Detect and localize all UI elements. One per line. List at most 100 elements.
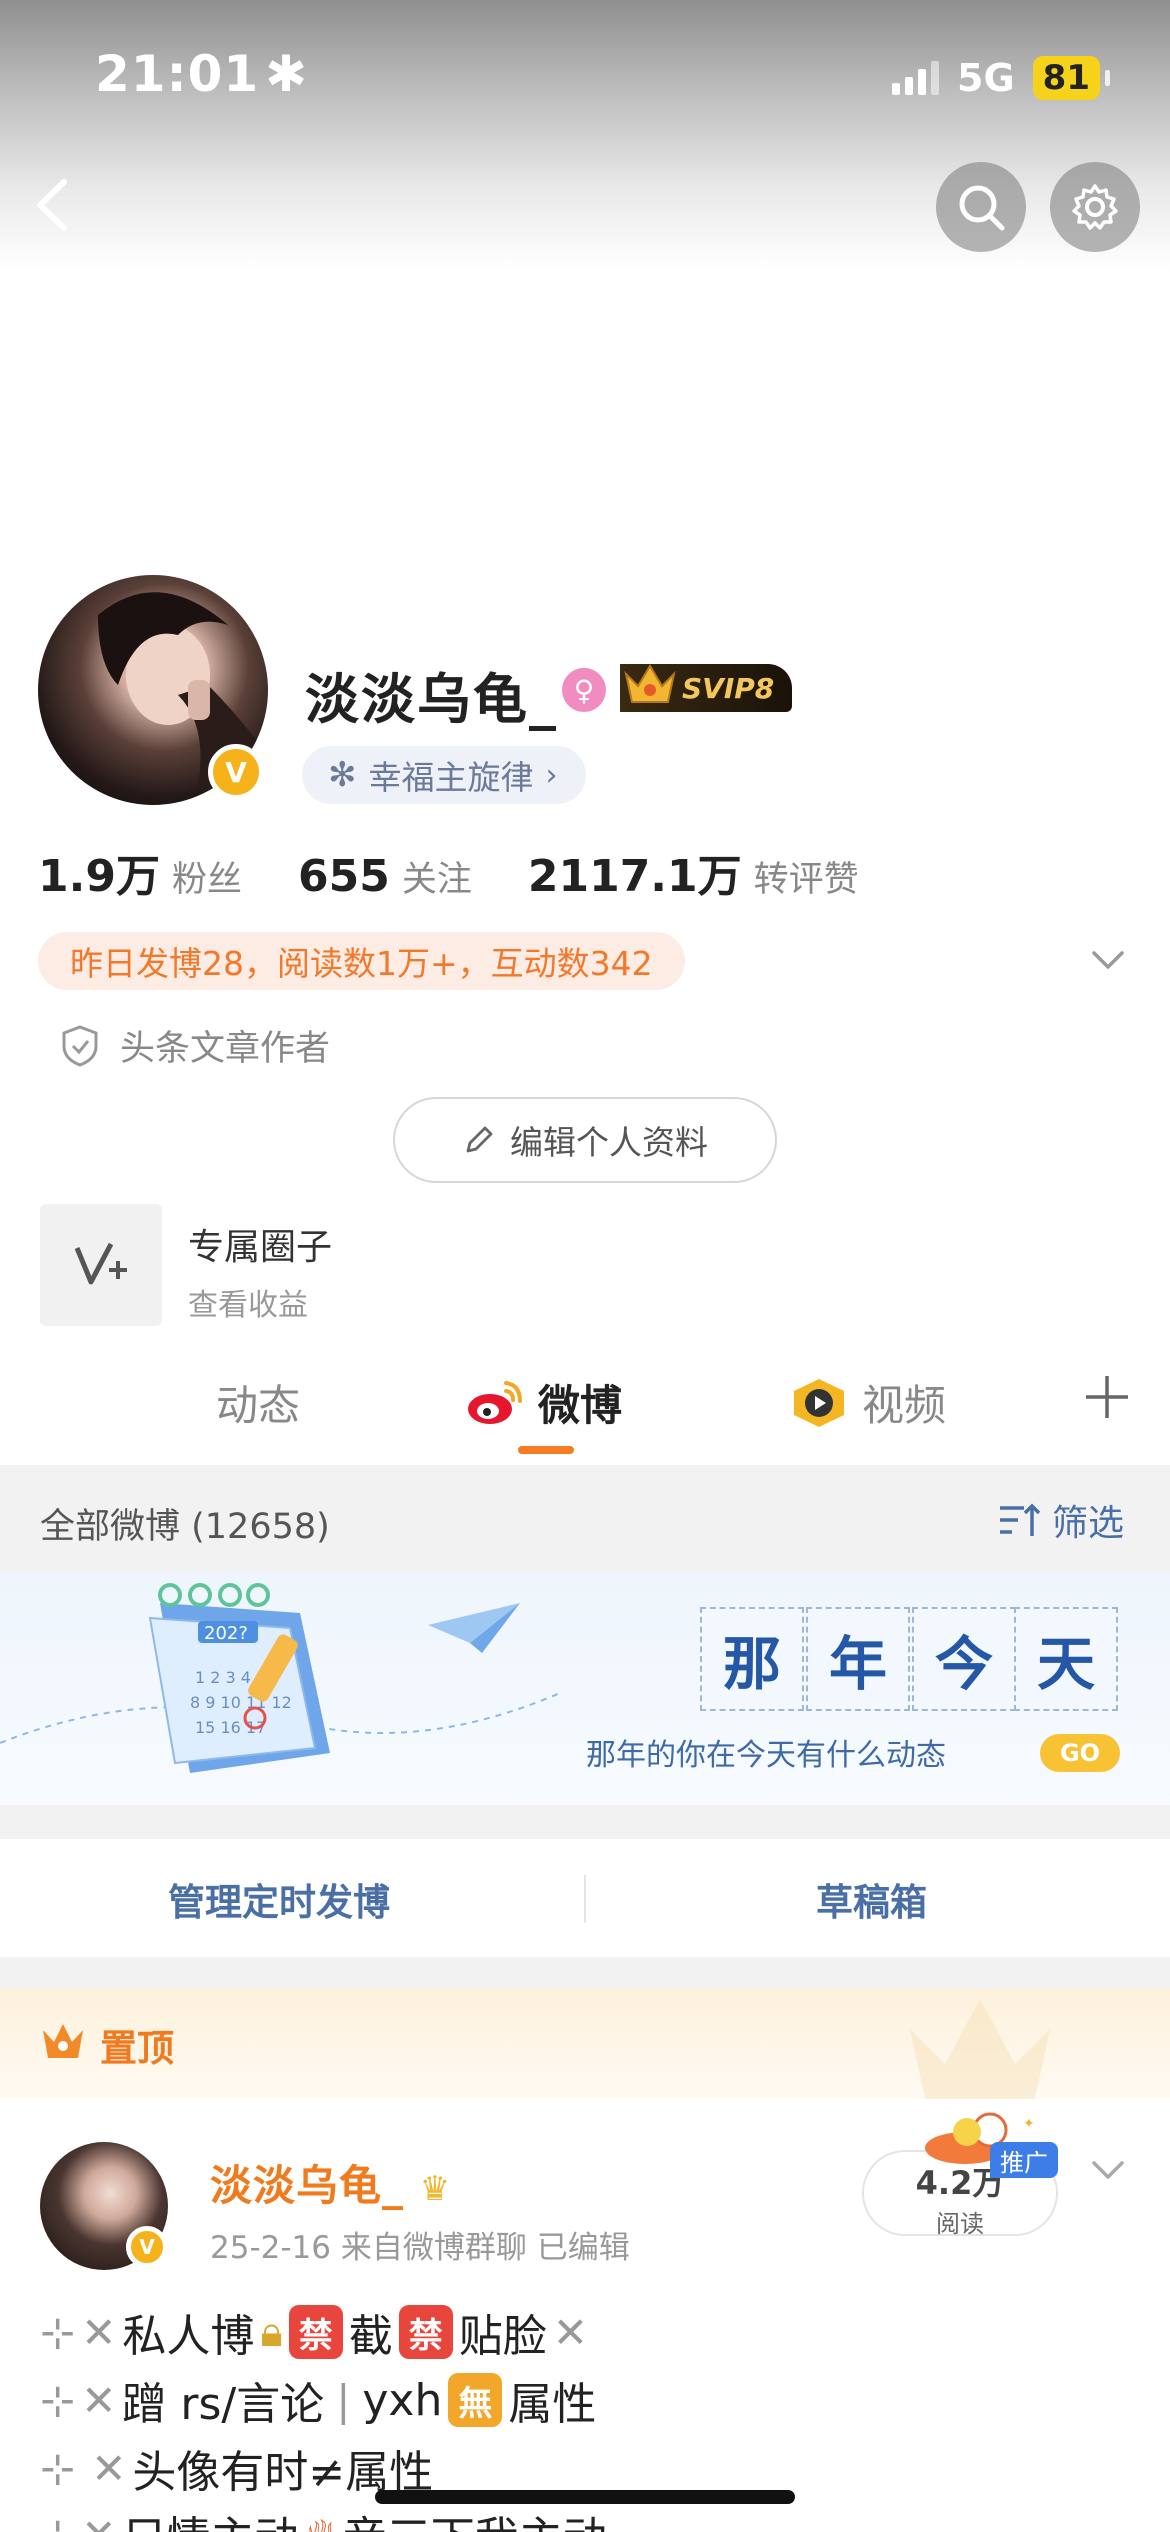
profile-stats: 1.9万 粉丝 655 关注 2117.1万 转评赞 (38, 840, 915, 904)
music-tag[interactable]: ✻ 幸福主旋律 › (302, 746, 586, 804)
search-button[interactable] (936, 162, 1026, 252)
go-button[interactable]: GO (1040, 1734, 1120, 1772)
separator: | (336, 2375, 351, 2425)
cross-icon: ✕ (552, 2307, 588, 2357)
following-count[interactable]: 655 (298, 851, 390, 902)
chevron-down-icon (1092, 2161, 1124, 2179)
plus-icon (1086, 1376, 1128, 1418)
cross-icon: ✕ (81, 2375, 117, 2425)
post-text-line: ⊹ ✕ 私人博 🔒︎ 禁 截 禁 贴脸 ✕ (40, 2300, 588, 2364)
followers-label[interactable]: 粉丝 (172, 851, 242, 902)
cross-icon: ✕ (81, 2307, 117, 2357)
divider (0, 1805, 1170, 1839)
tab-feed[interactable]: 动态 (216, 1372, 300, 1433)
snowflake-icon: ✻ (328, 755, 357, 795)
settings-button[interactable] (1050, 162, 1140, 252)
likes-count[interactable]: 2117.1万 (528, 840, 742, 904)
verified-badge-icon: V (208, 744, 264, 800)
author-tag[interactable]: 头条文章作者 (60, 1020, 330, 1071)
pinned-header (0, 1989, 1170, 2099)
svg-text:202?: 202? (204, 1623, 248, 1644)
post-text-segment: 只情主动 (122, 2502, 298, 2532)
v-plus-icon (74, 1242, 127, 1285)
circle-card-icon[interactable] (40, 1204, 162, 1326)
post-text-segment: yxh (362, 2374, 443, 2426)
home-indicator[interactable] (375, 2490, 795, 2504)
fire-icon: 🔥︎ (304, 2509, 336, 2532)
post-author-name[interactable]: 淡淡乌龟_ ♛ (210, 2152, 451, 2213)
verified-badge-icon: V (126, 2226, 168, 2268)
drafts-button[interactable]: 草稿箱 (816, 1872, 927, 1926)
profile-name: 淡淡乌龟_ (305, 668, 558, 731)
banner-char-4: 天 (1014, 1607, 1118, 1711)
signal-icon (892, 61, 940, 95)
followers-count[interactable]: 1.9万 (38, 840, 160, 904)
network-type: 5G (957, 56, 1015, 100)
sparkle-icon: ⊹ (40, 2510, 75, 2532)
promote-badge[interactable]: 推广 (990, 2142, 1058, 2178)
svg-text:✦: ✦ (1023, 2116, 1035, 2132)
post-text-line: ⊹ ✕ 蹭 rs/言论 | yxh 無 属性 (40, 2368, 596, 2432)
music-tag-label: 幸福主旋律 (368, 758, 534, 797)
author-tag-label: 头条文章作者 (120, 1029, 331, 1069)
likes-label[interactable]: 转评赞 (754, 851, 859, 902)
post-menu-button[interactable] (1088, 2150, 1128, 2190)
edit-profile-button[interactable]: 编辑个人资料 (393, 1097, 777, 1183)
ban-icon: 禁 (288, 2305, 343, 2359)
ban-icon: 禁 (398, 2305, 453, 2359)
active-tab-indicator (518, 1446, 574, 1454)
tab-weibo-label: 微博 (538, 1381, 623, 1430)
action-divider (584, 1875, 586, 1923)
post-text-segment: 蹭 rs/言论 (122, 2379, 325, 2430)
female-icon: ♀ (562, 668, 606, 712)
post-text-line: ⊹ ✕ 头像有时≠属性 (40, 2436, 433, 2500)
chevron-down-icon (1092, 951, 1124, 969)
lock-icon: 🔒︎ (260, 2307, 283, 2356)
activity-summary[interactable]: 昨日发博28，阅读数1万+，互动数342 (38, 932, 685, 990)
sparkle-icon: ⊹ (40, 2307, 76, 2357)
filter-button[interactable]: 筛选 (998, 1494, 1124, 1546)
tab-feed-label: 动态 (216, 1381, 301, 1430)
battery-level: 81 (1032, 56, 1111, 100)
crown-icon: ♛ (419, 2169, 452, 2209)
search-icon (959, 185, 1005, 231)
pencil-icon (466, 1126, 493, 1153)
banner-char-3: 今 (912, 1607, 1016, 1711)
post-author-label: 淡淡乌龟_ (210, 2161, 405, 2210)
status-time: 21:01 ✱ (95, 45, 309, 103)
status-bar-right: 5G 81 (892, 50, 1111, 106)
sparkle-icon: ⊹ (40, 2375, 76, 2425)
svip-label: SVIP8 (682, 671, 775, 705)
wu-icon: 無 (448, 2373, 503, 2427)
circle-subtitle[interactable]: 查看收益 (188, 1280, 308, 1324)
post-text-segment: 截 (348, 2311, 393, 2362)
post-text-segment: 音三下我主动 (343, 2502, 607, 2532)
weibo-icon (468, 1380, 522, 1424)
cross-icon: ✕ (81, 2510, 116, 2532)
sparkle-icon: ⊹ (40, 2443, 76, 2493)
crown-icon (40, 2020, 86, 2062)
post-text-segment: 属性 (508, 2379, 597, 2430)
scheduled-posts-button[interactable]: 管理定时发博 (168, 1872, 390, 1926)
circle-title[interactable]: 专属圈子 (188, 1218, 332, 1270)
post-text-line: ⊹ ✕ 只情主动 🔥︎ 音三下我主动 (40, 2502, 607, 2532)
gear-icon (1072, 184, 1118, 230)
filter-icon (999, 1503, 1041, 1536)
tab-video[interactable]: 视频 (790, 1372, 946, 1433)
post-text-segment: 贴脸 (458, 2311, 547, 2362)
banner-subtitle: 那年的你在今天有什么动态 (586, 1738, 946, 1773)
all-weibo-count[interactable]: 全部微博 (12658) (40, 1498, 330, 1549)
post-meta: 25-2-16 来自微博群聊 已编辑 (210, 2230, 630, 2266)
tab-weibo[interactable]: 微博 (466, 1372, 622, 1433)
post-text-segment: 私人博 (122, 2311, 255, 2362)
following-label[interactable]: 关注 (402, 851, 472, 902)
cross-icon: ✕ (91, 2443, 127, 2493)
filter-label: 筛选 (1051, 1503, 1124, 1544)
banner-char-2: 年 (806, 1607, 910, 1711)
expand-button[interactable] (1088, 940, 1128, 980)
add-tab-button[interactable] (1082, 1372, 1132, 1422)
tab-video-label: 视频 (862, 1381, 947, 1430)
crown-icon (622, 660, 678, 710)
back-button[interactable] (30, 170, 90, 240)
video-icon (794, 1378, 844, 1427)
